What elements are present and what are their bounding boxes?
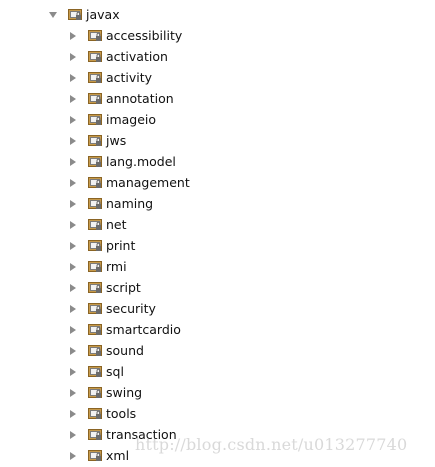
package-folder-icon [88, 113, 103, 126]
tree-node-label: print [106, 238, 136, 253]
tree-node[interactable]: print [68, 235, 135, 256]
package-folder-icon [88, 218, 103, 231]
package-folder-icon [88, 302, 103, 315]
expand-arrow-icon[interactable] [68, 451, 78, 461]
expand-arrow-icon[interactable] [68, 73, 78, 83]
package-folder-icon [88, 176, 103, 189]
tree-node-root[interactable]: javax [48, 4, 120, 25]
package-folder-icon [88, 407, 103, 420]
tree-node[interactable]: accessibility [68, 25, 182, 46]
tree-node-label: activity [106, 70, 153, 85]
package-folder-icon [88, 155, 103, 168]
tree-node-label: imageio [106, 112, 157, 127]
tree-node-label: sound [106, 343, 144, 358]
expand-arrow-icon[interactable] [68, 31, 78, 41]
package-folder-icon [88, 281, 103, 294]
tree-node[interactable]: annotation [68, 88, 174, 109]
tree-node[interactable]: activation [68, 46, 168, 67]
package-folder-icon [88, 239, 103, 252]
tree-node[interactable]: swing [68, 382, 142, 403]
tree-node-label: accessibility [106, 28, 183, 43]
tree-node-label: net [106, 217, 127, 232]
tree-node[interactable]: naming [68, 193, 153, 214]
expand-arrow-icon[interactable] [68, 304, 78, 314]
package-folder-icon [88, 323, 103, 336]
package-folder-icon [88, 71, 103, 84]
tree-node[interactable]: imageio [68, 109, 156, 130]
tree-node[interactable]: security [68, 298, 156, 319]
tree-node[interactable]: jws [68, 130, 126, 151]
package-folder-icon [88, 29, 103, 42]
tree-node[interactable]: script [68, 277, 141, 298]
expand-arrow-icon[interactable] [68, 94, 78, 104]
expand-arrow-icon[interactable] [68, 283, 78, 293]
expand-arrow-icon[interactable] [68, 367, 78, 377]
tree-node-label: annotation [106, 91, 174, 106]
package-folder-icon [88, 50, 103, 63]
expand-arrow-icon[interactable] [68, 241, 78, 251]
tree-node[interactable]: lang.model [68, 151, 176, 172]
tree-node[interactable]: xml [68, 445, 129, 466]
expand-arrow-icon[interactable] [68, 325, 78, 335]
package-folder-icon [88, 92, 103, 105]
tree-node-label: javax [86, 7, 120, 22]
tree-node-label: script [106, 280, 141, 295]
tree-node[interactable]: tools [68, 403, 136, 424]
tree-node-label: naming [106, 196, 154, 211]
tree-node-label: xml [106, 448, 130, 463]
expand-arrow-icon[interactable] [68, 199, 78, 209]
expand-arrow-icon[interactable] [68, 178, 78, 188]
expand-arrow-icon[interactable] [68, 136, 78, 146]
package-folder-icon [88, 134, 103, 147]
tree-node-label: transaction [106, 427, 177, 442]
tree-node[interactable]: management [68, 172, 190, 193]
expand-arrow-icon[interactable] [68, 52, 78, 62]
tree-node-label: security [106, 301, 156, 316]
package-folder-icon [88, 365, 103, 378]
package-folder-icon [88, 428, 103, 441]
expand-arrow-icon[interactable] [68, 262, 78, 272]
expand-arrow-icon[interactable] [68, 430, 78, 440]
expand-arrow-icon[interactable] [68, 409, 78, 419]
tree-node-label: jws [106, 133, 127, 148]
package-folder-icon [88, 386, 103, 399]
tree-node-label: activation [106, 49, 168, 64]
collapse-arrow-icon[interactable] [48, 10, 58, 20]
tree-node-label: tools [106, 406, 137, 421]
package-folder-icon [68, 8, 83, 21]
expand-arrow-icon[interactable] [68, 388, 78, 398]
tree-node[interactable]: smartcardio [68, 319, 181, 340]
tree-node[interactable]: sql [68, 361, 124, 382]
expand-arrow-icon[interactable] [68, 115, 78, 125]
expand-arrow-icon[interactable] [68, 220, 78, 230]
tree-node[interactable]: sound [68, 340, 144, 361]
expand-arrow-icon[interactable] [68, 157, 78, 167]
tree-node[interactable]: rmi [68, 256, 127, 277]
package-folder-icon [88, 344, 103, 357]
tree-node[interactable]: transaction [68, 424, 177, 445]
tree-node-label: rmi [106, 259, 127, 274]
tree-node-label: lang.model [106, 154, 176, 169]
expand-arrow-icon[interactable] [68, 346, 78, 356]
tree-node-label: sql [106, 364, 124, 379]
tree-node[interactable]: net [68, 214, 127, 235]
tree-node-label: smartcardio [106, 322, 181, 337]
package-folder-icon [88, 197, 103, 210]
tree-node-label: swing [106, 385, 143, 400]
package-folder-icon [88, 449, 103, 462]
tree-node[interactable]: activity [68, 67, 152, 88]
package-folder-icon [88, 260, 103, 273]
tree-node-label: management [106, 175, 190, 190]
